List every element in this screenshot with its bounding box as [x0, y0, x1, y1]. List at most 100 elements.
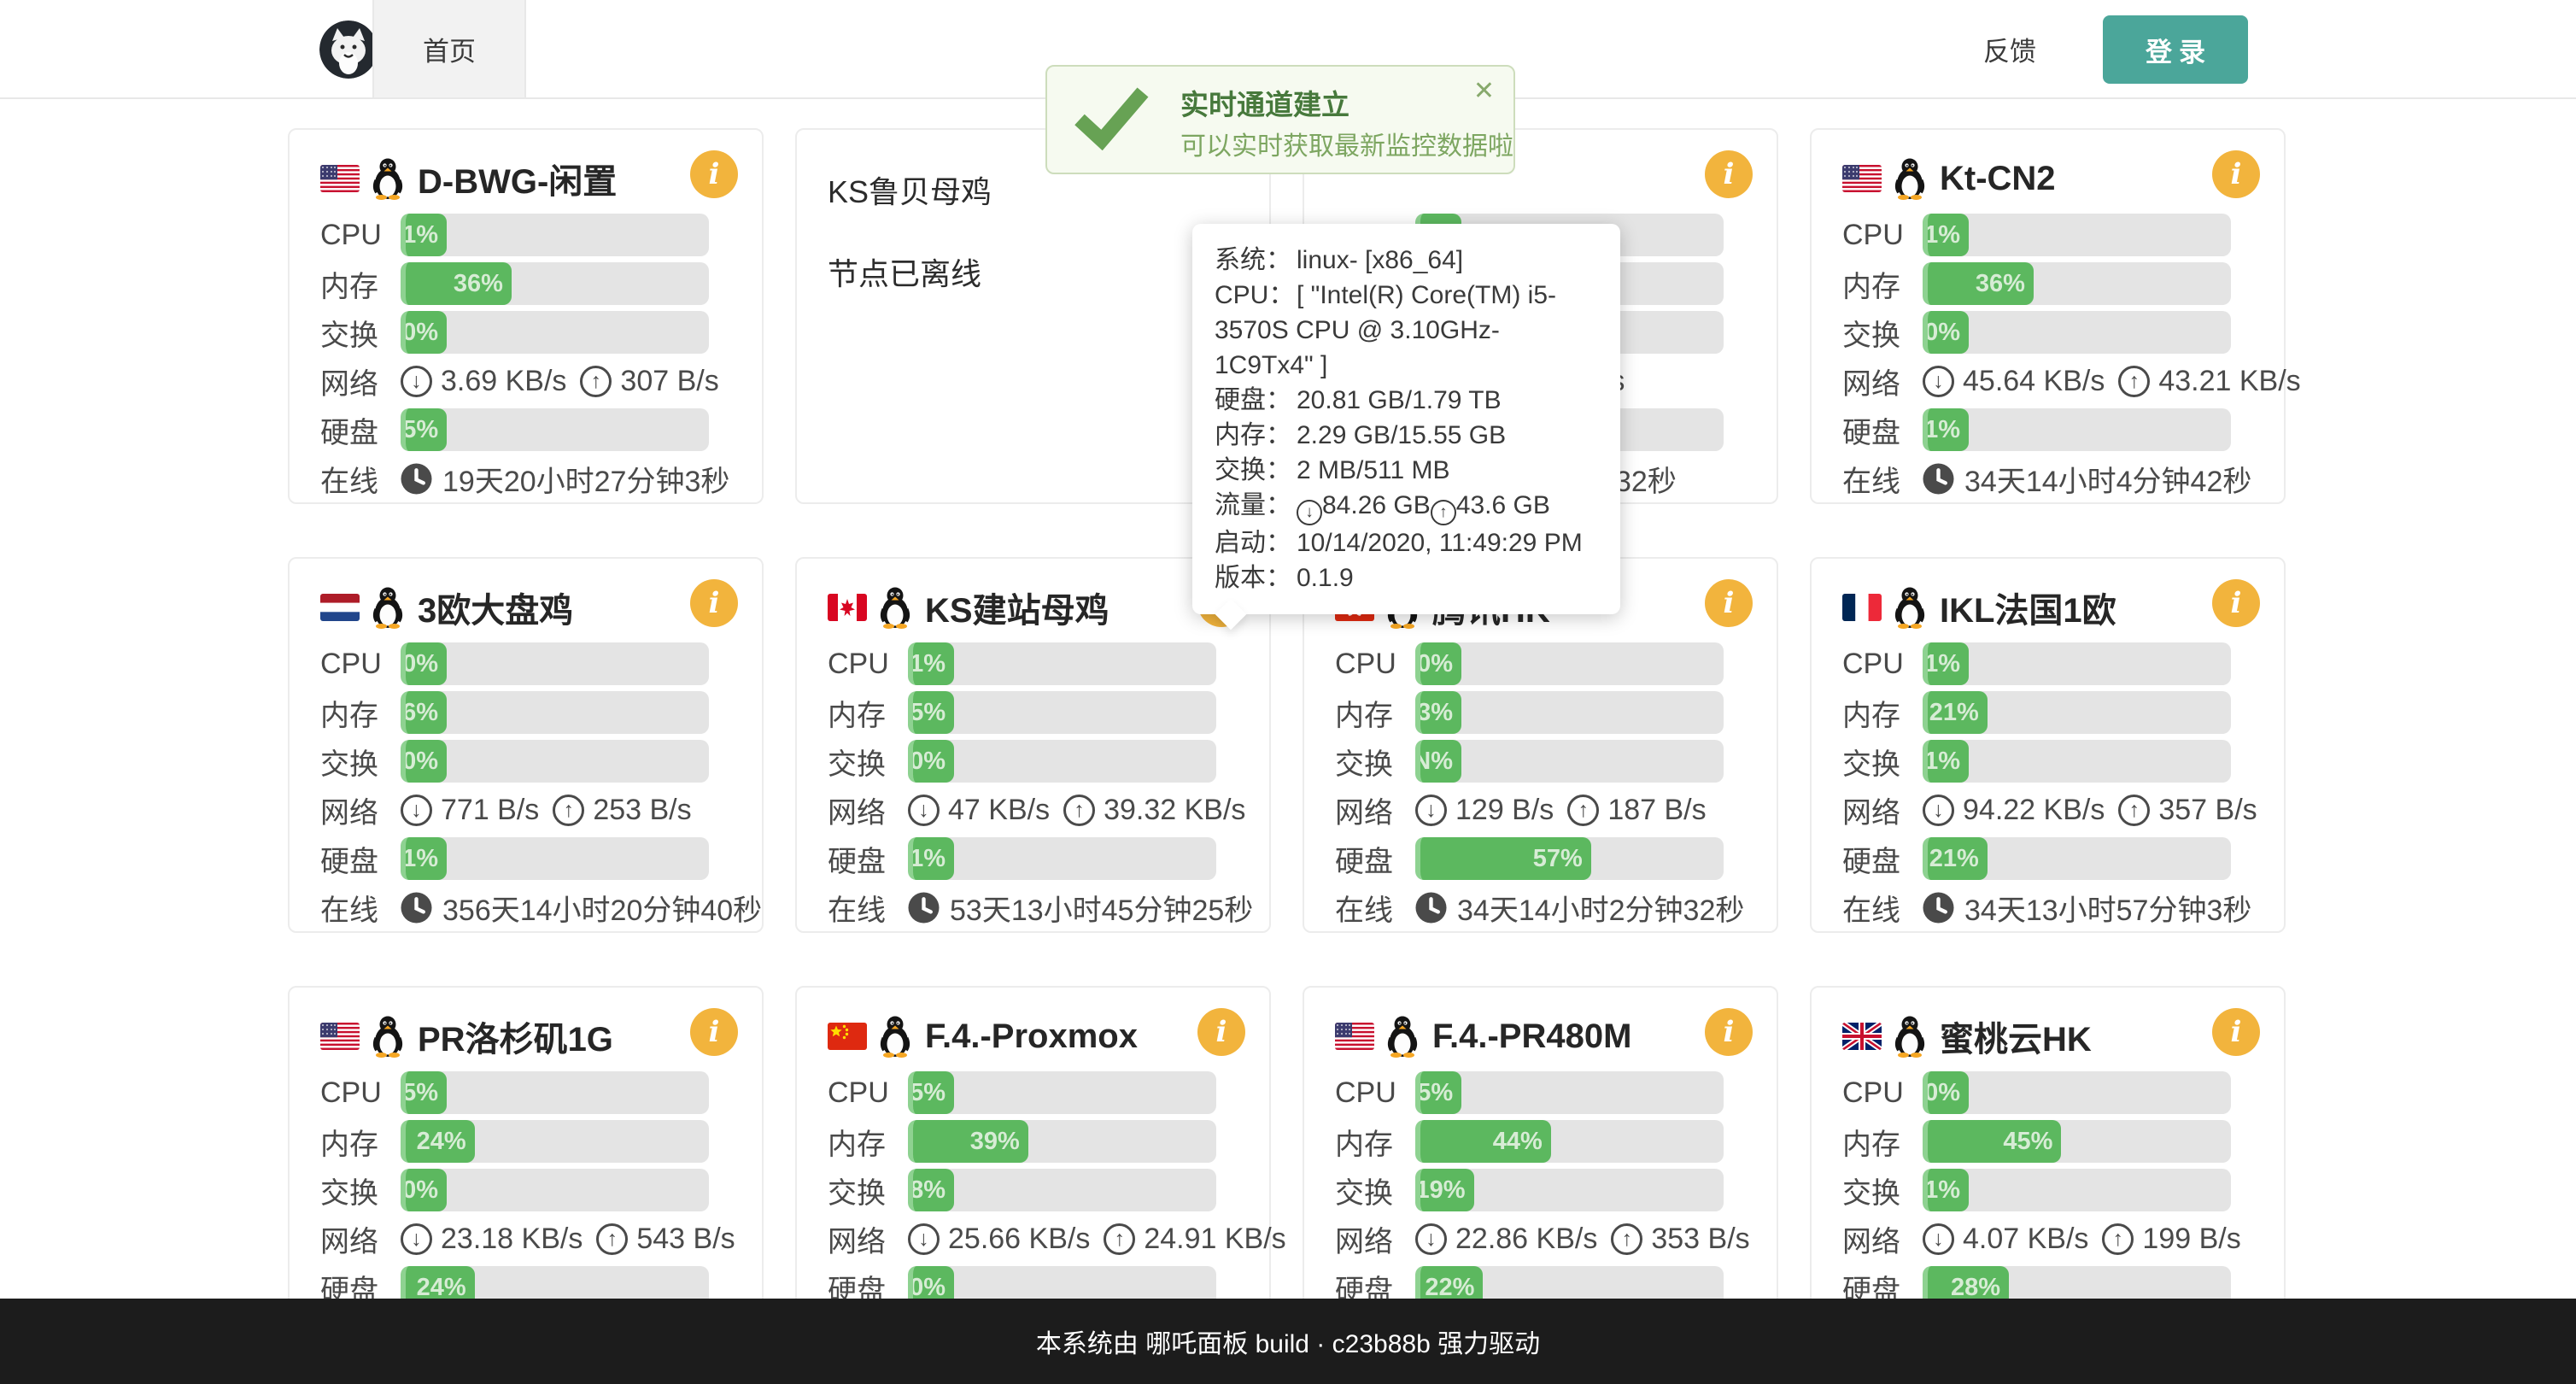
- cpu-progressbar: 0%: [1415, 642, 1724, 685]
- card-title-row: PR洛杉矶1G: [320, 1013, 731, 1059]
- stat-label-mem: 内存: [320, 1121, 401, 1163]
- info-icon[interactable]: i: [2212, 150, 2260, 198]
- stat-row-swap: 交换 0%: [828, 740, 1238, 783]
- server-name: Kt-CN2: [1940, 160, 2056, 198]
- card-title-row: KS建站母鸡: [828, 584, 1238, 630]
- stat-row-swap: 交换 0%: [320, 311, 731, 354]
- stat-label-disk: 硬盘: [320, 409, 401, 451]
- stat-row-disk: 硬盘 1%: [320, 837, 731, 880]
- footer-panel-link[interactable]: 哪吒面板: [1145, 1330, 1248, 1358]
- info-icon[interactable]: i: [1705, 579, 1753, 627]
- net-down-value: 4.07 KB/s: [1963, 1223, 2088, 1256]
- net-up-value: 199 B/s: [2142, 1223, 2240, 1256]
- upload-arrow-icon: ↑: [553, 795, 584, 826]
- card-title-row: D-BWG-闲置: [320, 155, 731, 202]
- net-up-value: 353 B/s: [1651, 1223, 1749, 1256]
- net-down-value: 3.69 KB/s: [441, 365, 566, 398]
- mem-progressbar: 6%: [401, 691, 709, 734]
- feedback-link[interactable]: 反馈: [1983, 0, 2036, 97]
- stat-row-mem: 内存 21%: [1842, 691, 2253, 734]
- info-icon[interactable]: i: [690, 1008, 738, 1056]
- download-arrow-icon: ↓: [1923, 366, 1954, 397]
- cat-avatar-icon: [319, 21, 378, 79]
- stat-row-uptime: 在线 19天20小时27分钟3秒: [320, 457, 731, 500]
- card-title-row: F.4.-PR480M: [1335, 1013, 1746, 1059]
- tooltip-row: 内存：2.29 GB/15.55 GB: [1215, 418, 1598, 453]
- info-icon[interactable]: i: [2212, 1008, 2260, 1056]
- upload-arrow-icon: ↑: [2118, 795, 2150, 826]
- stat-row-mem: 内存 6%: [320, 691, 731, 734]
- stat-row-cpu: CPU 5%: [828, 1071, 1238, 1114]
- disk-progress-fill: 21%: [1923, 837, 1988, 880]
- stat-row-disk: 硬盘 57%: [1335, 837, 1746, 880]
- toast-close-icon[interactable]: ✕: [1473, 79, 1495, 104]
- swap-progressbar: 0%: [908, 740, 1216, 783]
- stat-label-swap: 交换: [1842, 312, 1923, 354]
- tab-home[interactable]: 首页: [372, 0, 526, 97]
- stat-label-uptime: 在线: [320, 887, 401, 929]
- cpu-progress-fill: 1%: [1923, 642, 1969, 685]
- stat-label-disk: 硬盘: [1335, 838, 1415, 880]
- login-button[interactable]: 登录: [2103, 15, 2248, 84]
- stat-row-net: 网络 ↓4.07 KB/s ↑199 B/s: [1842, 1217, 2253, 1260]
- server-name: D-BWG-闲置: [418, 154, 617, 203]
- stat-label-swap: 交换: [828, 741, 908, 783]
- cpu-progressbar: 1%: [1923, 642, 2231, 685]
- stat-row-swap: 交换 19%: [1335, 1169, 1746, 1211]
- net-up-value: 187 B/s: [1607, 794, 1706, 827]
- cpu-progress-fill: 1%: [1923, 214, 1969, 256]
- tooltip-row: 系统：linux- [x86_64]: [1215, 243, 1598, 278]
- footer: 本系统由 哪吒面板 build · c23b88b 强力驱动: [0, 1299, 2576, 1384]
- cpu-progress-fill: 5%: [908, 1071, 954, 1114]
- info-icon[interactable]: i: [1705, 1008, 1753, 1056]
- stat-row-cpu: CPU 15%: [1335, 1071, 1746, 1114]
- stat-label-net: 网络: [320, 361, 401, 402]
- stat-row-net: 网络 ↓3.69 KB/s ↑307 B/s: [320, 360, 731, 402]
- stat-row-uptime: 在线 34天14小时2分钟32秒: [1335, 886, 1746, 929]
- footer-commit-link[interactable]: c23b88b: [1332, 1330, 1431, 1358]
- stat-label-disk: 硬盘: [828, 838, 908, 880]
- swap-progress-fill: 19%: [1415, 1169, 1474, 1211]
- stat-row-mem: 内存 36%: [320, 262, 731, 305]
- stat-label-net: 网络: [828, 789, 908, 831]
- stat-label-cpu: CPU: [828, 648, 908, 681]
- site-logo-avatar[interactable]: [319, 21, 378, 79]
- cpu-progressbar: 5%: [908, 1071, 1216, 1114]
- info-icon[interactable]: i: [690, 579, 738, 627]
- tooltip-label: 硬盘：: [1215, 383, 1297, 418]
- upload-arrow-icon: ↑: [1567, 795, 1599, 826]
- stat-label-uptime: 在线: [320, 458, 401, 500]
- swap-progressbar: 0%: [401, 740, 709, 783]
- net-up-value: 43.21 KB/s: [2158, 365, 2300, 398]
- net-down-value: 23.18 KB/s: [441, 1223, 583, 1256]
- info-icon[interactable]: i: [2212, 579, 2260, 627]
- disk-progress-fill: 15%: [401, 408, 447, 451]
- stat-label-swap: 交换: [1335, 741, 1415, 783]
- country-flag-icon-gb: [1842, 1023, 1882, 1050]
- disk-progressbar: 1%: [401, 837, 709, 880]
- country-flag-icon-us: [1842, 165, 1882, 192]
- info-icon[interactable]: i: [690, 150, 738, 198]
- upload-arrow-icon: ↑: [2102, 1223, 2134, 1255]
- mem-progressbar: 24%: [401, 1120, 709, 1163]
- mem-progress-fill: 15%: [908, 691, 954, 734]
- mem-progressbar: 36%: [1923, 262, 2231, 305]
- stat-label-mem: 内存: [828, 692, 908, 734]
- stat-label-mem: 内存: [320, 692, 401, 734]
- mem-progressbar: 44%: [1415, 1120, 1724, 1163]
- swap-progress-fill: 1%: [1923, 740, 1969, 783]
- footer-suffix: 强力驱动: [1431, 1330, 1540, 1358]
- info-icon[interactable]: i: [1197, 1008, 1245, 1056]
- stat-row-swap: 交换 0%: [320, 1169, 731, 1211]
- info-icon[interactable]: i: [1705, 150, 1753, 198]
- stat-row-uptime: 在线 34天14小时4分钟42秒: [1842, 457, 2253, 500]
- tooltip-row: 启动：10/14/2020, 11:49:29 PM: [1215, 525, 1598, 560]
- swap-progressbar: 19%: [1415, 1169, 1724, 1211]
- toast-title: 实时通道建立: [1180, 82, 1349, 123]
- country-flag-icon-ca: [828, 594, 867, 621]
- stat-label-net: 网络: [1335, 789, 1415, 831]
- swap-progress-fill: N%: [1415, 740, 1461, 783]
- swap-progressbar: 0%: [401, 1169, 709, 1211]
- download-arrow-icon: ↓: [908, 1223, 940, 1255]
- stat-row-uptime: 在线 34天13小时57分钟3秒: [1842, 886, 2253, 929]
